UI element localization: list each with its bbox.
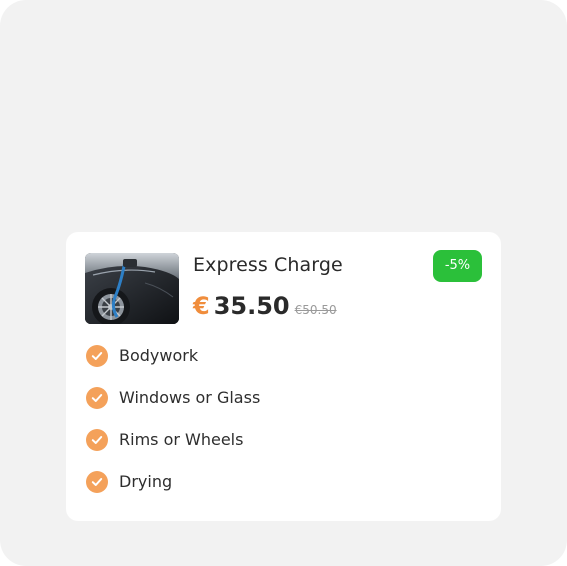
product-image [85,253,179,324]
check-icon [86,345,108,367]
current-price: 35.50 [213,292,290,320]
product-card[interactable]: Express Charge -5% €35.50 €50.50 Bodywork… [66,232,501,521]
check-icon [86,429,108,451]
feature-label: Windows or Glass [119,388,261,407]
old-price: €50.50 [294,303,337,317]
feature-label: Drying [119,472,173,491]
check-icon [86,387,108,409]
price-row: €35.50 €50.50 [193,292,337,324]
discount-badge: -5% [433,250,482,282]
feature-label: Bodywork [119,346,199,365]
check-icon [86,471,108,493]
currency-symbol: € [193,292,210,320]
feature-label: Rims or Wheels [119,430,244,449]
product-title: Express Charge [193,254,343,276]
